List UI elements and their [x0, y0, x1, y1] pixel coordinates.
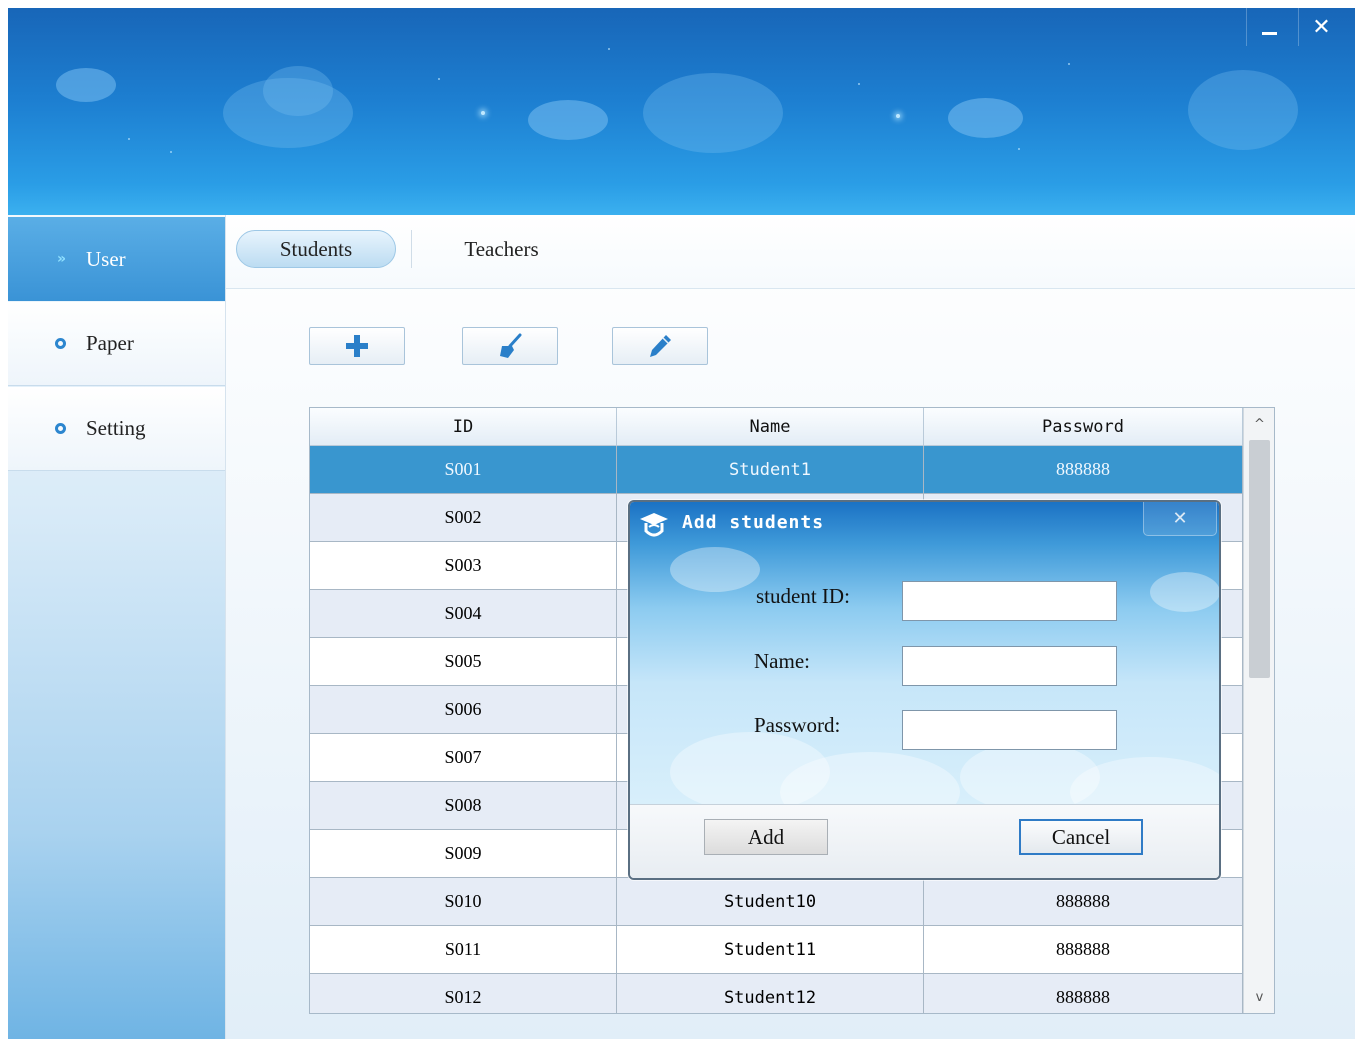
- tab-teachers[interactable]: Teachers: [411, 230, 591, 268]
- dialog-footer: Add Cancel: [630, 804, 1219, 878]
- dialog-body: Add students ✕ student ID: Name: Passwor…: [630, 502, 1219, 804]
- cell-id: S001: [310, 446, 617, 493]
- column-header-password[interactable]: Password: [924, 408, 1243, 446]
- cell-id: S011: [310, 926, 617, 973]
- vertical-scrollbar[interactable]: ^ v: [1243, 408, 1274, 1013]
- cell-id: S003: [310, 542, 617, 589]
- header-banner: ✕: [8, 8, 1355, 215]
- scroll-up-icon[interactable]: ^: [1244, 410, 1274, 438]
- table-row[interactable]: S010 Student10 888888: [310, 878, 1243, 926]
- scroll-down-icon[interactable]: v: [1244, 983, 1274, 1011]
- cell-id: S005: [310, 638, 617, 685]
- sidebar-item-paper[interactable]: Paper: [8, 302, 225, 386]
- cell-id: S008: [310, 782, 617, 829]
- table-header: ID Name Password: [310, 408, 1243, 446]
- table-row[interactable]: S012 Student12 888888: [310, 974, 1243, 1013]
- cell-id: S010: [310, 878, 617, 925]
- sidebar-item-label: User: [86, 246, 126, 271]
- name-input[interactable]: [902, 646, 1117, 686]
- dialog-title: Add students: [682, 512, 825, 533]
- sidebar: » User Paper Setting: [8, 215, 225, 1039]
- clear-button[interactable]: [462, 327, 558, 365]
- double-chevron-right-icon: »: [56, 251, 66, 267]
- minimize-button[interactable]: [1246, 8, 1292, 46]
- cell-name: Student1: [617, 446, 924, 493]
- cell-id: S004: [310, 590, 617, 637]
- ring-icon: [52, 423, 68, 434]
- column-header-name[interactable]: Name: [617, 408, 924, 446]
- name-label: Name:: [754, 649, 810, 673]
- cell-password: 888888: [924, 446, 1243, 493]
- tab-students[interactable]: Students: [236, 230, 396, 268]
- minimize-icon: [1262, 31, 1277, 35]
- sidebar-item-label: Paper: [86, 331, 134, 355]
- student-id-input[interactable]: [902, 581, 1117, 621]
- table-row[interactable]: S011 Student11 888888: [310, 926, 1243, 974]
- cell-name: Student12: [617, 974, 924, 1013]
- student-id-label: student ID:: [756, 584, 850, 608]
- password-input[interactable]: [902, 710, 1117, 750]
- cell-id: S009: [310, 830, 617, 877]
- close-window-button[interactable]: ✕: [1298, 8, 1344, 46]
- close-icon: ✕: [1172, 508, 1188, 529]
- ring-icon: [52, 338, 68, 349]
- add-button[interactable]: [309, 327, 405, 365]
- add-students-dialog: Add students ✕ student ID: Name: Passwor…: [628, 500, 1221, 880]
- plus-icon: [346, 335, 368, 357]
- cell-name: Student10: [617, 878, 924, 925]
- cell-id: S006: [310, 686, 617, 733]
- graduation-cap-icon: [640, 513, 668, 537]
- scrollbar-thumb[interactable]: [1249, 440, 1270, 678]
- app-window: ✕ » User Paper Setting Students Teachers: [8, 8, 1355, 1039]
- column-header-id[interactable]: ID: [310, 408, 617, 446]
- password-label: Password:: [754, 713, 841, 737]
- table-row[interactable]: S001 Student1 888888: [310, 446, 1243, 494]
- add-button[interactable]: Add: [704, 819, 828, 855]
- cell-password: 888888: [924, 974, 1243, 1013]
- sidebar-item-setting[interactable]: Setting: [8, 387, 225, 471]
- cancel-button[interactable]: Cancel: [1019, 819, 1143, 855]
- cell-id: S002: [310, 494, 617, 541]
- tab-bar: Students Teachers: [226, 215, 1355, 289]
- cell-password: 888888: [924, 926, 1243, 973]
- close-icon: ✕: [1312, 14, 1331, 40]
- cell-id: S007: [310, 734, 617, 781]
- cell-password: 888888: [924, 878, 1243, 925]
- edit-button[interactable]: [612, 327, 708, 365]
- cell-name: Student11: [617, 926, 924, 973]
- dialog-close-button[interactable]: ✕: [1143, 502, 1217, 536]
- sidebar-item-user[interactable]: » User: [8, 217, 225, 301]
- cell-id: S012: [310, 974, 617, 1013]
- pencil-icon: [650, 335, 671, 357]
- sidebar-item-label: Setting: [86, 416, 146, 440]
- broom-icon: [500, 333, 522, 358]
